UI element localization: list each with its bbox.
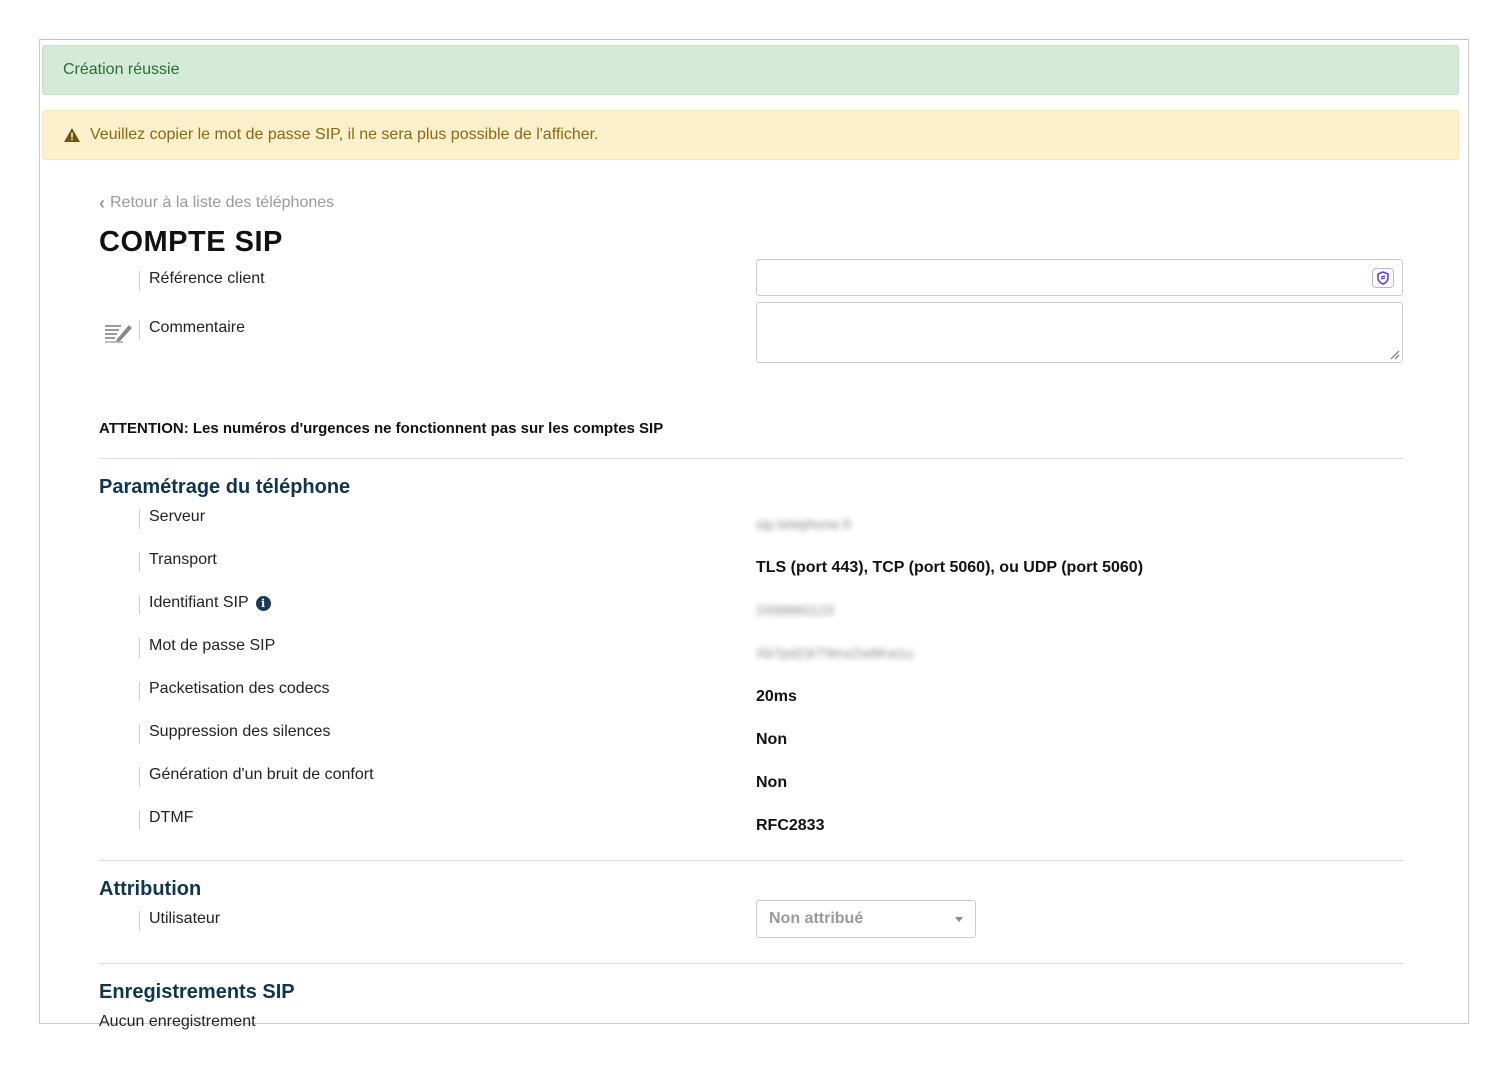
silence-suppression-label: Suppression des silences — [149, 723, 331, 740]
sip-id-label-wrap: Identifiant SIP i — [149, 594, 271, 612]
comment-textarea[interactable] — [756, 302, 1403, 363]
comment-label: Commentaire — [149, 319, 246, 336]
sip-password-row: Mot de passe SIP Xb7pd23rT9mxZw8Kw1u — [99, 637, 1404, 678]
server-value: sip.telephone.fr — [756, 516, 852, 532]
page-title: COMPTE SIP — [99, 226, 283, 258]
comfort-noise-value: Non — [756, 774, 788, 791]
transport-label: Transport — [149, 551, 217, 568]
warning-alert-text: Veuillez copier le mot de passe SIP, il … — [90, 126, 599, 143]
dtmf-row: DTMF RFC2833 — [99, 809, 1404, 850]
warning-alert: Veuillez copier le mot de passe SIP, il … — [42, 110, 1459, 160]
label-divider — [139, 911, 140, 931]
label-divider — [139, 595, 140, 615]
registrations-title: Enregistrements SIP — [99, 981, 295, 1003]
label-divider — [139, 767, 140, 787]
reference-label: Référence client — [149, 270, 265, 287]
transport-value: TLS (port 443), TCP (port 5060), ou UDP … — [756, 559, 1144, 576]
caret-down-icon — [955, 916, 963, 922]
label-divider — [139, 509, 140, 529]
codec-packetisation-label: Packetisation des codecs — [149, 680, 330, 697]
comfort-noise-row: Génération d'un bruit de confort Non — [99, 766, 1404, 807]
success-alert-text: Création réussie — [63, 61, 180, 78]
user-label: Utilisateur — [149, 910, 221, 927]
sip-id-value: 2498860123 — [756, 602, 834, 618]
dtmf-label: DTMF — [149, 809, 194, 826]
label-divider — [139, 724, 140, 744]
server-label: Serveur — [149, 508, 206, 525]
phone-settings-title: Paramétrage du téléphone — [99, 476, 351, 498]
password-manager-icon[interactable] — [1372, 268, 1394, 288]
reference-input[interactable] — [756, 259, 1403, 296]
comment-row: Commentaire — [99, 302, 1404, 363]
user-row: Utilisateur Non attribué — [99, 900, 1404, 951]
dtmf-value: RFC2833 — [756, 817, 825, 834]
label-divider — [139, 681, 140, 701]
divider — [99, 458, 1404, 459]
user-select[interactable]: Non attribué — [756, 900, 976, 938]
comfort-noise-label: Génération d'un bruit de confort — [149, 766, 374, 783]
label-divider — [139, 810, 140, 830]
server-row: Serveur sip.telephone.fr — [99, 508, 1404, 549]
main-panel: Création réussie Veuillez copier le mot … — [39, 39, 1469, 1030]
label-divider — [139, 552, 140, 572]
label-divider — [139, 271, 140, 291]
label-divider — [139, 638, 140, 658]
sip-id-label: Identifiant SIP — [149, 594, 249, 611]
resize-grip-icon[interactable] — [1388, 348, 1400, 360]
codec-packetisation-value: 20ms — [756, 688, 797, 705]
emergency-warning: ATTENTION: Les numéros d'urgences ne fon… — [99, 420, 664, 437]
silence-suppression-row: Suppression des silences Non — [99, 723, 1404, 764]
back-link-label: Retour à la liste des téléphones — [110, 194, 335, 211]
label-divider — [139, 320, 140, 340]
silence-suppression-value: Non — [756, 731, 788, 748]
user-select-value: Non attribué — [769, 910, 864, 927]
sip-password-value: Xb7pd23rT9mxZw8Kw1u — [756, 645, 914, 661]
divider — [99, 963, 1404, 964]
back-link[interactable]: ‹ Retour à la liste des téléphones — [99, 194, 334, 212]
attribution-title: Attribution — [99, 878, 202, 900]
sip-id-row: Identifiant SIP i 2498860123 — [99, 594, 1404, 635]
warning-icon — [64, 128, 80, 142]
info-icon[interactable]: i — [255, 595, 271, 611]
sip-password-label: Mot de passe SIP — [149, 637, 276, 654]
edit-note-icon — [105, 325, 132, 343]
no-registrations-text: Aucun enregistrement — [99, 1013, 256, 1030]
transport-row: Transport TLS (port 443), TCP (port 5060… — [99, 551, 1404, 592]
divider — [99, 860, 1404, 861]
chevron-left-icon: ‹ — [99, 193, 105, 213]
success-alert: Création réussie — [42, 45, 1459, 95]
codec-packetisation-row: Packetisation des codecs 20ms — [99, 680, 1404, 721]
